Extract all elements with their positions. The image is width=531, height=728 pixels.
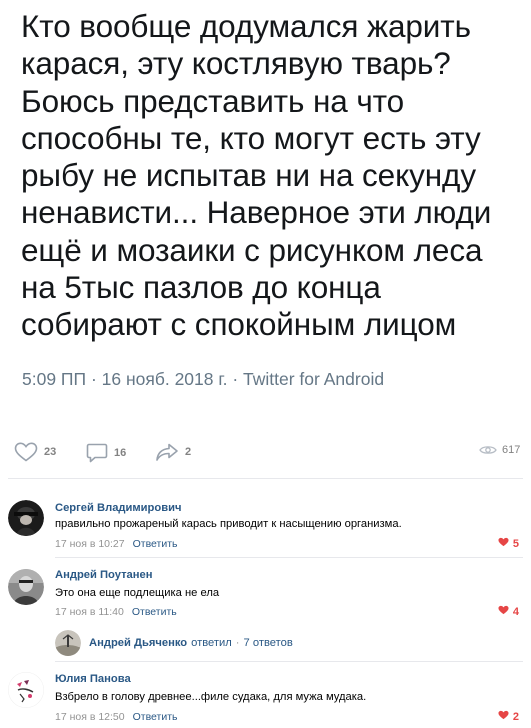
thread-dot: · — [235, 637, 240, 649]
tweet-line: Кто вообще додумался жарить — [21, 8, 471, 44]
comment-text: Это она еще подлещика не ела — [55, 587, 220, 599]
comment-text: правильно прожареный карась приводит к н… — [55, 518, 402, 530]
avatar[interactable] — [8, 569, 44, 605]
thread-author[interactable]: Андрей Дьяченко — [89, 637, 187, 649]
tweet-line: ещё и мозаики с рисунком леса — [21, 231, 483, 268]
tweet-meta: 5:09 ПП · 16 нояб. 2018 г. · Twitter for… — [22, 369, 384, 390]
avatar[interactable] — [8, 500, 44, 536]
avatar[interactable] — [8, 672, 44, 708]
comment-author[interactable]: Сергей Владимирович — [55, 502, 181, 514]
heart-icon — [498, 710, 513, 723]
divider — [55, 661, 523, 662]
tweet-line: способны те, кто могут есть эту — [21, 119, 481, 156]
share-count: 2 — [185, 446, 192, 458]
heart-icon — [14, 442, 38, 462]
comment-meta: 17 ноя в 10:27 Ответить — [55, 538, 178, 550]
comment-like-count: 4 — [512, 605, 519, 618]
divider — [55, 557, 523, 558]
speech-bubble-icon — [86, 442, 108, 464]
share-button[interactable]: 2 — [155, 442, 191, 462]
views-counter: 617 — [479, 444, 520, 456]
like-count: 23 — [44, 446, 57, 458]
thread-reply-summary[interactable]: Андрей Дьяченко ответил · 7 ответов — [55, 630, 293, 656]
comment-time[interactable]: 17 ноя в 11:40 — [55, 606, 124, 618]
comment-like-button[interactable]: 4 — [498, 605, 519, 618]
comment-author[interactable]: Андрей Поутанен — [55, 569, 153, 581]
tweet-text: Кто вообще додумался жарить карася, эту … — [21, 8, 521, 344]
like-button[interactable]: 23 — [14, 442, 56, 462]
reply-button[interactable]: Ответить — [133, 711, 178, 723]
comment-meta: 17 ноя в 12:50 Ответить — [55, 711, 178, 723]
reply-button[interactable]: Ответить — [133, 538, 178, 550]
tweet-line: на 5тыс пазлов до конца — [21, 269, 381, 306]
comment-time[interactable]: 17 ноя в 12:50 — [55, 711, 125, 723]
heart-icon — [498, 537, 513, 550]
tweet-line: ненависти... Наверное эти люди — [21, 194, 492, 231]
tweet-line: Боюсь представить на что — [21, 82, 405, 119]
views-count: 617 — [502, 444, 521, 456]
comment-button[interactable]: 16 — [86, 442, 126, 464]
tweet-line: рыбу не испытав ни на секунду — [21, 157, 476, 194]
tweet-timestamp: 5:09 ПП · 16 нояб. 2018 г. · Twitter for… — [22, 369, 385, 389]
comment-count: 16 — [114, 447, 127, 459]
comment-time[interactable]: 17 ноя в 10:27 — [55, 538, 125, 550]
thread-count-link[interactable]: 7 ответов — [244, 637, 293, 649]
divider — [8, 478, 523, 479]
thread-verb: ответил — [191, 637, 232, 649]
comment-like-button[interactable]: 2 — [498, 710, 519, 723]
tweet-line: собирают с спокойным лицом — [21, 306, 457, 343]
tweet-screenshot: Кто вообще додумался жарить карася, эту … — [0, 0, 531, 420]
comment-meta: 17 ноя в 11:40 Ответить — [55, 606, 177, 618]
comment-author[interactable]: Юлия Панова — [55, 673, 131, 685]
tweet-line: карася, эту костлявую тварь? — [21, 45, 451, 82]
comment-like-button[interactable]: 5 — [498, 537, 519, 550]
eye-icon — [479, 444, 497, 456]
share-arrow-icon — [155, 442, 179, 462]
comment-like-count: 5 — [512, 537, 519, 550]
comment-like-count: 2 — [512, 710, 519, 723]
post-action-bar: 23 16 2 617 — [0, 432, 531, 472]
comment-text: Взбрело в голову древнее...филе судака, … — [55, 691, 367, 703]
heart-icon — [498, 605, 513, 618]
avatar — [55, 630, 81, 656]
reply-button[interactable]: Ответить — [132, 606, 177, 618]
